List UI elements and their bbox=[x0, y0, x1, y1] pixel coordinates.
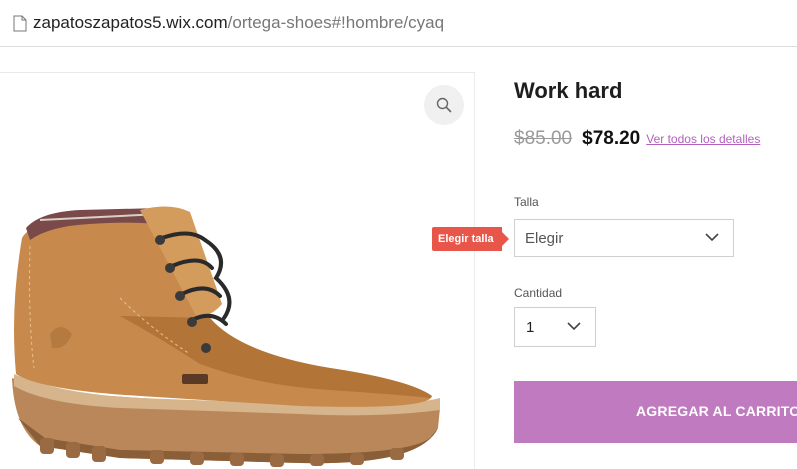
product-image[interactable] bbox=[0, 128, 474, 469]
size-error-tooltip: Elegir talla bbox=[432, 227, 509, 251]
original-price: $85.00 bbox=[514, 128, 573, 149]
chevron-down-icon bbox=[567, 322, 581, 331]
product-image-panel bbox=[0, 72, 475, 469]
size-label: Talla bbox=[514, 195, 539, 209]
quantity-label: Cantidad bbox=[514, 286, 563, 300]
address-bar[interactable]: zapatoszapatos5.wix.com/ortega-shoes#!ho… bbox=[0, 0, 797, 47]
add-to-cart-button[interactable]: AGREGAR AL CARRITO bbox=[514, 381, 797, 443]
url-path: /ortega-shoes#!hombre/cyaq bbox=[227, 13, 445, 32]
view-details-link[interactable]: Ver todos los detalles bbox=[646, 132, 760, 146]
url-host: zapatoszapatos5.wix.com bbox=[33, 13, 228, 32]
page-icon bbox=[13, 15, 27, 32]
magnifier-icon bbox=[436, 97, 452, 113]
zoom-button[interactable] bbox=[424, 85, 464, 125]
quantity-select-value: 1 bbox=[526, 319, 535, 336]
size-select-value: Elegir bbox=[525, 230, 564, 247]
price-row: $85.00 $78.20 Ver todos los detalles bbox=[514, 128, 760, 156]
add-to-cart-label: AGREGAR AL CARRITO bbox=[636, 403, 797, 419]
quantity-select[interactable]: 1 bbox=[514, 307, 596, 347]
sale-price: $78.20 bbox=[582, 128, 641, 149]
url-text[interactable]: zapatoszapatos5.wix.com/ortega-shoes#!ho… bbox=[33, 13, 444, 33]
product-title: Work hard bbox=[514, 78, 623, 103]
size-select[interactable]: Elegir bbox=[514, 219, 734, 257]
chevron-down-icon bbox=[705, 233, 719, 242]
